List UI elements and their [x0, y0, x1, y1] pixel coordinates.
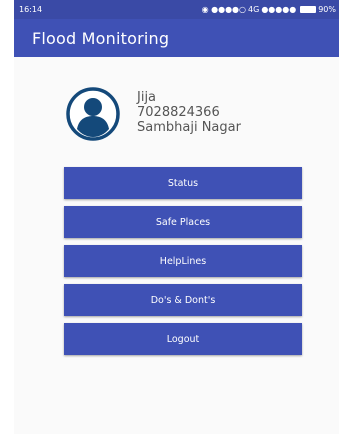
battery-level: 90%: [318, 5, 336, 14]
helplines-button[interactable]: HelpLines: [64, 245, 302, 277]
profile-name: Jija: [137, 90, 157, 105]
network-type: 4G: [248, 5, 260, 14]
person-circle-icon: [66, 87, 120, 141]
logout-button[interactable]: Logout: [64, 323, 302, 355]
safe-places-button[interactable]: Safe Places: [64, 206, 302, 238]
profile-location: Sambhaji Nagar: [137, 120, 241, 135]
status-button[interactable]: Status: [64, 167, 302, 199]
profile-details: Jija 7028824366 Sambhaji Nagar: [137, 90, 241, 135]
app-bar: Flood Monitoring: [14, 19, 339, 57]
status-indicators: ◉ ●●●●○ 4G ●●●●● 90%: [202, 5, 336, 14]
wifi-signal-icon: ●●●●●: [261, 5, 297, 14]
profile-phone: 7028824366: [137, 105, 220, 120]
battery-icon: [300, 6, 317, 13]
status-time: 16:14: [19, 5, 43, 14]
user-profile: Jija 7028824366 Sambhaji Nagar: [66, 87, 306, 143]
signal-icon: ◉ ●●●●○: [201, 5, 247, 14]
main-content: Jija 7028824366 Sambhaji Nagar Status Sa…: [14, 57, 339, 434]
dos-and-donts-button[interactable]: Do's & Dont's: [64, 284, 302, 316]
app-title: Flood Monitoring: [32, 28, 170, 48]
status-bar: 16:14 ◉ ●●●●○ 4G ●●●●● 90%: [14, 0, 339, 19]
